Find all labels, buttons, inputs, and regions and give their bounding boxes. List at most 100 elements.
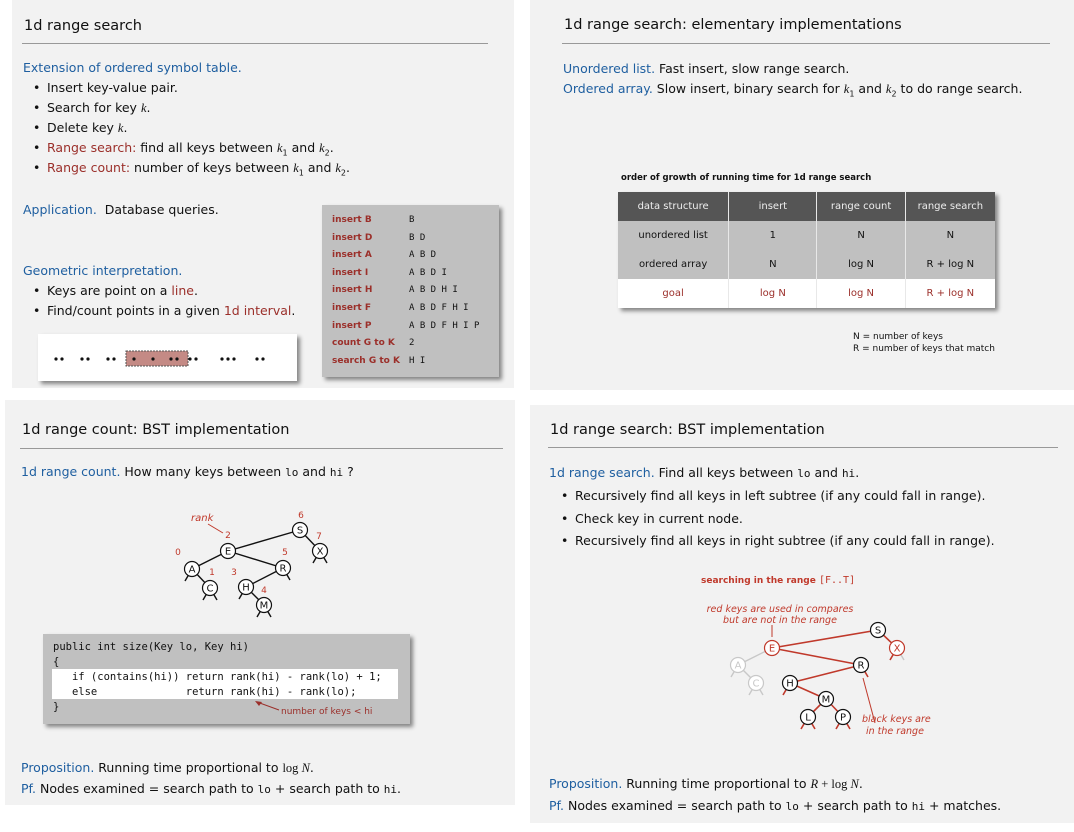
table-cell: R + log N: [904, 279, 995, 308]
black-keys-note-2: in the range: [866, 726, 924, 737]
text: and: [854, 81, 886, 96]
text: 1d interval: [223, 303, 292, 318]
text: + matches.: [925, 798, 1002, 813]
node-key: E: [225, 547, 231, 558]
node-key: C: [753, 679, 760, 690]
node-rank: 5: [282, 548, 288, 558]
operation-label: insert B: [332, 215, 372, 225]
point-line-figure: [38, 334, 297, 381]
node-key: R: [858, 661, 865, 672]
operation-result: H I: [409, 355, 426, 366]
text: find all keys between: [136, 140, 277, 155]
node-key: C: [207, 584, 214, 595]
tree-nodes: S X E AC R H ML P: [729, 621, 906, 726]
text: Delete key: [47, 120, 118, 135]
table-cell: log N: [816, 279, 906, 308]
operation-label: count G to K: [332, 338, 395, 349]
title-divider: [562, 43, 1050, 44]
bullet-search: Search for key k.: [33, 100, 151, 116]
bullet-range-search: Range search: find all keys between k1 a…: [33, 140, 334, 158]
code-note: number of keys < hi: [281, 707, 373, 717]
text: and: [810, 465, 842, 480]
node-key: X: [317, 547, 324, 558]
slide-1d-range-search: 1d range search Extension of ordered sym…: [12, 0, 514, 388]
table-row: ordered array Nlog NR + log N: [618, 250, 995, 279]
node-rank: 2: [225, 531, 231, 541]
table-cell: unordered list: [618, 221, 729, 250]
bullet-right-subtree: Recursively find all keys in right subtr…: [561, 533, 995, 548]
text: ?: [343, 464, 354, 479]
label: 1d range count.: [21, 464, 121, 479]
slide-title: 1d range search: BST implementation: [550, 422, 825, 438]
code-line: public int size(Key lo, Key hi): [53, 641, 249, 653]
node-key: L: [805, 713, 811, 724]
node-key: A: [189, 565, 196, 576]
text: .: [309, 760, 314, 775]
node-rank: 1: [209, 568, 215, 578]
node-key: H: [786, 679, 794, 690]
text: Fast insert, slow range search.: [655, 61, 850, 76]
slide-title: 1d range count: BST implementation: [22, 422, 290, 438]
intro-line: 1d range search. Find all keys between l…: [549, 465, 859, 480]
code-box: public int size(Key lo, Key hi) { if (con…: [43, 634, 410, 724]
code-lo: lo: [797, 467, 811, 480]
table-cell: goal: [618, 279, 729, 308]
table-cell: 1: [728, 221, 817, 250]
text: .: [146, 100, 151, 115]
column-header: insert: [728, 192, 817, 221]
slide-range-search-bst: 1d range search: BST implementation 1d r…: [530, 405, 1074, 823]
label: Application.: [23, 202, 97, 217]
operation-result: A B D: [409, 250, 437, 261]
operation-label: insert A: [332, 250, 372, 261]
ordered-array-line: Ordered array. Slow insert, binary searc…: [563, 81, 1022, 99]
table-cell: R + log N: [904, 250, 995, 279]
code-listing: public int size(Key lo, Key hi) { if (con…: [53, 640, 382, 715]
node-key: M: [822, 695, 831, 706]
text: How many keys between: [120, 464, 286, 479]
bullet-geo-line: Keys are point on a line.: [33, 283, 198, 298]
note-n: N = number of keys: [853, 332, 943, 342]
node-key: M: [260, 601, 269, 612]
text: Slow insert, binary search for: [652, 81, 844, 96]
label: 1d range search.: [549, 465, 655, 480]
text: Keys are point on a: [47, 283, 172, 298]
operation-result: A B D H I: [409, 285, 458, 296]
text: Nodes examined = search path to: [36, 781, 258, 796]
text: Running time proportional to: [94, 760, 283, 775]
operation-label: insert H: [332, 285, 373, 296]
range: [F..T]: [818, 575, 856, 586]
bullet-current-node: Check key in current node.: [561, 511, 743, 526]
operation-result: A B D I: [409, 267, 447, 278]
red-keys-note-2: but are not in the range: [723, 615, 837, 626]
tree-nodes: S 6 X 7 E 2 A0 C 1 R 5 H3 M 4: [175, 511, 329, 614]
label: Proposition.: [549, 776, 623, 791]
column-header: data structure: [618, 192, 729, 221]
bullet-range-count: Range count: number of keys between k1 a…: [33, 160, 350, 178]
extension-heading: Extension of ordered symbol table.: [23, 60, 242, 75]
text: Running time proportional to: [622, 776, 811, 791]
column-header: range search: [904, 192, 995, 221]
slide-elementary-implementations: 1d range search: elementary implementati…: [530, 0, 1074, 390]
text: .: [397, 781, 401, 796]
node-key: E: [769, 644, 775, 655]
var-n: N: [850, 777, 859, 791]
node-rank: 7: [316, 532, 322, 542]
operation-label: insert D: [332, 232, 373, 243]
application-line: Application. Database queries.: [23, 202, 219, 217]
title-divider: [548, 447, 1058, 448]
text: Search for key: [47, 100, 141, 115]
title-divider: [20, 448, 503, 449]
table-row: unordered list 1 N N: [618, 221, 995, 250]
operation-result: A B D F H I: [409, 303, 469, 313]
bullet-delete: Delete key k.: [33, 120, 128, 136]
table-cell: ordered array: [618, 250, 729, 279]
code-lo: lo: [257, 783, 271, 796]
operation-result: B: [409, 215, 415, 225]
node-key: A: [735, 661, 742, 672]
code-lo: lo: [785, 800, 799, 813]
title-divider: [22, 43, 488, 44]
text: .: [855, 465, 860, 480]
note-r: R = number of keys that match: [853, 344, 995, 354]
red-keys-note-1: red keys are used in compares: [707, 604, 854, 615]
proof-line: Pf. Nodes examined = search path to lo +…: [549, 798, 1001, 813]
